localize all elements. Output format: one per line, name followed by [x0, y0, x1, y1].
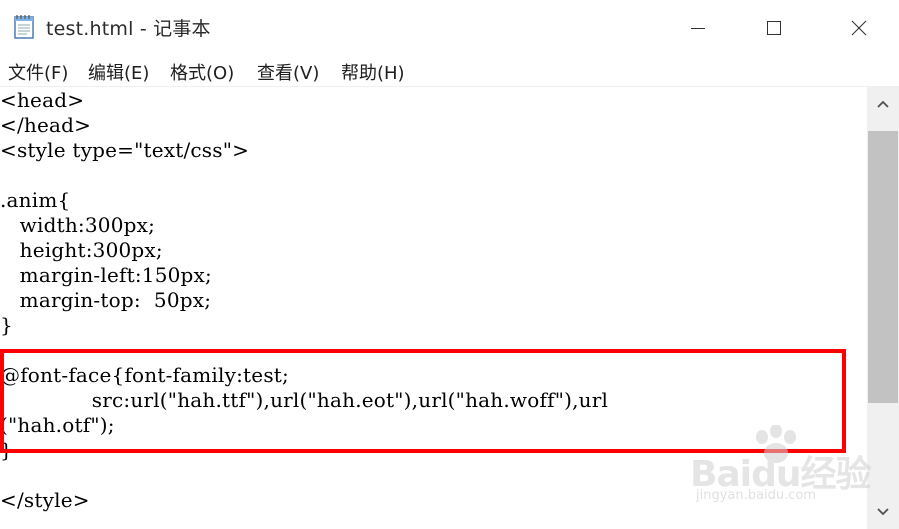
- menu-view[interactable]: 查看(V): [257, 59, 319, 85]
- chevron-down-icon: [877, 508, 889, 516]
- window-title: test.html - 记事本: [46, 18, 211, 40]
- menu-edit[interactable]: 编辑(E): [88, 59, 149, 85]
- code-line: </head>: [0, 113, 92, 137]
- minimize-icon: [691, 27, 705, 29]
- text-editor[interactable]: <head> </head> <style type="text/css"> .…: [0, 87, 867, 529]
- code-line: src:url("hah.ttf"),url("hah.eot"),url("h…: [0, 388, 609, 412]
- scroll-down-button[interactable]: [867, 495, 899, 529]
- chevron-up-icon: [877, 100, 889, 108]
- scroll-thumb[interactable]: [868, 131, 898, 403]
- code-line: <head>: [0, 88, 85, 112]
- menu-file[interactable]: 文件(F): [8, 59, 68, 85]
- code-line: ("hah.otf");: [0, 413, 115, 437]
- menu-help[interactable]: 帮助(H): [341, 59, 405, 85]
- close-icon: [851, 20, 866, 36]
- code-line: }: [0, 438, 13, 462]
- notepad-icon: [13, 14, 37, 40]
- maximize-icon: [767, 21, 781, 35]
- code-line: .anim{: [0, 188, 71, 212]
- code-line: width:300px;: [0, 213, 156, 237]
- maximize-button[interactable]: [736, 0, 812, 56]
- code-line: height:300px;: [0, 238, 163, 262]
- minimize-button[interactable]: [660, 0, 736, 56]
- code-line: margin-top: 50px;: [0, 288, 212, 312]
- code-line: margin-left:150px;: [0, 263, 212, 287]
- notepad-window: test.html - 记事本 文件(F) 编辑(E) 格式(O) 查看(V) …: [0, 0, 899, 529]
- code-line: }: [0, 313, 13, 337]
- vertical-scrollbar[interactable]: [867, 87, 899, 529]
- menu-format[interactable]: 格式(O): [170, 59, 234, 85]
- close-button[interactable]: [818, 0, 899, 56]
- code-line: </style>: [0, 488, 90, 512]
- menu-bar: 文件(F) 编辑(E) 格式(O) 查看(V) 帮助(H): [0, 56, 899, 87]
- scroll-up-button[interactable]: [867, 87, 899, 121]
- code-line: @font-face{font-family:test;: [0, 363, 289, 387]
- title-bar[interactable]: test.html - 记事本: [0, 0, 899, 56]
- code-line: <style type="text/css">: [0, 138, 250, 162]
